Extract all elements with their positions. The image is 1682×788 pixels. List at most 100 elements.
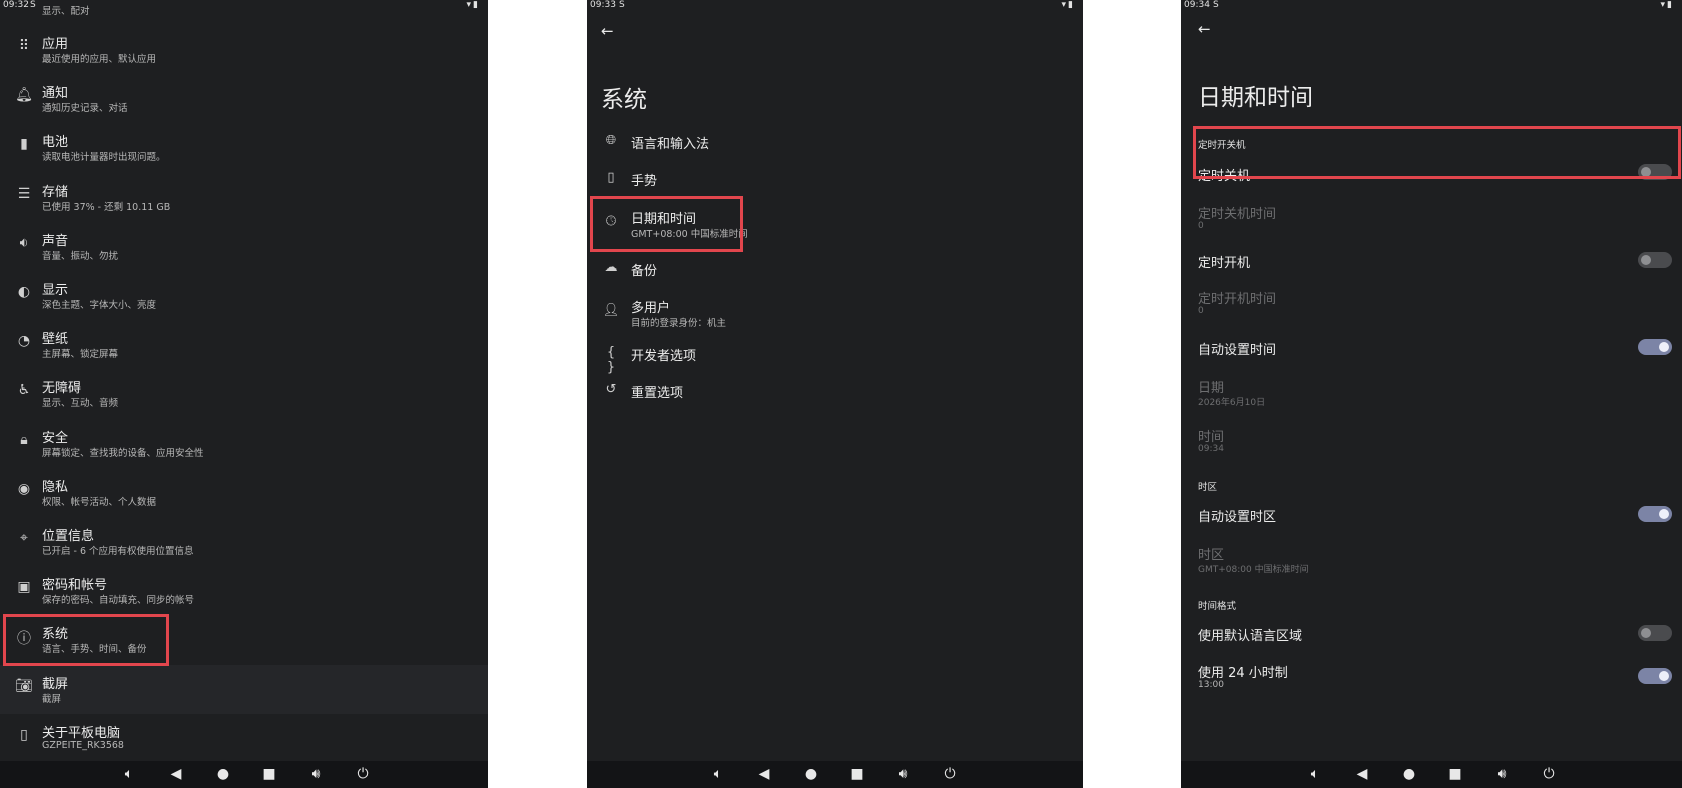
display-brightness-icon: ◐	[17, 284, 31, 300]
volume-down-icon[interactable]: 🔈︎	[708, 765, 728, 783]
use-24h-toggle[interactable]	[1638, 668, 1672, 684]
settings-item-subtitle: 最近使用的应用、默认应用	[42, 54, 157, 65]
home-nav-icon[interactable]: ●	[801, 765, 821, 783]
timezone-row[interactable]: 时区 GMT+08:00 中国标准时间	[1181, 540, 1682, 582]
settings-item[interactable]: ◔ 壁纸 主屏幕、锁定屏幕	[0, 320, 488, 369]
status-time: 09:34	[1184, 0, 1210, 10]
settings-item-title: 通知	[42, 86, 69, 102]
auto-time-row[interactable]: 自动设置时间	[1181, 331, 1682, 363]
system-settings-item[interactable]: 🌐︎ 语言和输入法	[587, 131, 1083, 155]
tablet-icon: ▯	[20, 726, 28, 743]
system-settings-item[interactable]: { } 开发者选项	[587, 343, 1083, 375]
scheduled-boot-toggle[interactable]	[1638, 252, 1672, 268]
date-row[interactable]: 日期 2026年6月10日	[1181, 373, 1682, 415]
auto-timezone-toggle[interactable]	[1638, 506, 1672, 522]
settings-item[interactable]: ▣ 密码和帐号 保存的密码、自动填充、同步的帐号	[0, 566, 488, 615]
status-bar: 09:34 S ▾▮	[1181, 0, 1682, 12]
settings-item-title: 电池	[42, 135, 69, 151]
back-nav-icon[interactable]: ◀	[754, 765, 774, 783]
boot-time-row[interactable]: 定时开机时间 0	[1181, 284, 1682, 324]
nav-bar: 🔈︎ ◀ ● ■ 🔊︎ ⏻	[1181, 761, 1682, 788]
use-24h-row[interactable]: 使用 24 小时制 13:00	[1181, 656, 1682, 696]
use-24h-example: 13:00	[1198, 680, 1224, 690]
power-icon[interactable]: ⏻	[940, 765, 960, 783]
back-arrow-icon[interactable]: ←	[601, 22, 614, 40]
status-time: 09:33	[590, 0, 616, 10]
settings-item-title: 关于平板电脑	[42, 725, 121, 741]
settings-item[interactable]: ◐ 显示 深色主题、字体大小、亮度	[0, 271, 488, 320]
volume-up-icon[interactable]: 🔊︎	[306, 765, 326, 783]
recents-nav-icon[interactable]: ■	[847, 765, 867, 783]
nav-bar: 🔈︎ ◀ ● ■ 🔊︎ ⏻	[0, 761, 488, 788]
recents-nav-icon[interactable]: ■	[259, 765, 279, 783]
cloud-backup-icon: ☁	[604, 260, 618, 275]
use-24h-label: 使用 24 小时制	[1198, 666, 1288, 681]
settings-item-title: 无障碍	[42, 381, 82, 397]
volume-down-icon[interactable]: 🔈︎	[119, 765, 139, 783]
settings-item[interactable]: ▯ 关于平板电脑 GZPEITE_RK3568	[0, 714, 488, 763]
power-icon[interactable]: ⏻	[1539, 765, 1559, 783]
shutdown-time-row[interactable]: 定时关机时间 0	[1181, 195, 1682, 235]
date-value: 2026年6月10日	[1198, 398, 1266, 408]
settings-item-subtitle: 主屏幕、锁定屏幕	[42, 349, 119, 361]
lock-icon: 🔒︎	[20, 431, 28, 448]
scheduled-boot-row[interactable]: 定时开机	[1181, 244, 1682, 276]
shutdown-time-value: 0	[1198, 221, 1204, 231]
settings-item-subtitle: 已开启 - 6 个应用有权使用位置信息	[42, 546, 194, 557]
system-settings-item-title: 开发者选项	[631, 349, 697, 364]
home-nav-icon[interactable]: ●	[1399, 765, 1419, 783]
account-box-icon: ▣	[17, 579, 31, 596]
power-icon[interactable]: ⏻	[353, 765, 373, 783]
settings-item-title: 位置信息	[42, 529, 95, 544]
settings-item-subtitle: 深色主题、字体大小、亮度	[42, 300, 157, 311]
settings-item-title: 截屏	[42, 676, 69, 692]
default-locale-toggle[interactable]	[1638, 625, 1672, 641]
highlight-box	[1193, 126, 1681, 179]
system-settings-item-title: 重置选项	[631, 386, 684, 401]
system-settings-item-title: 备份	[631, 264, 658, 279]
scheduled-boot-label: 定时开机	[1198, 256, 1251, 271]
back-arrow-icon[interactable]: ←	[1198, 20, 1211, 38]
settings-item[interactable]: 🔒︎ 安全 屏幕锁定、查找我的设备、应用安全性	[0, 419, 488, 468]
time-row[interactable]: 时间 09:34	[1181, 422, 1682, 464]
person-icon: 👤︎	[602, 303, 620, 318]
system-settings-item[interactable]: ↺ 重置选项	[587, 380, 1083, 404]
volume-up-icon[interactable]: 🔊︎	[1492, 765, 1512, 783]
settings-item-subtitle: 通知历史记录、对话	[42, 103, 128, 115]
auto-timezone-label: 自动设置时区	[1198, 510, 1277, 525]
back-nav-icon[interactable]: ◀	[1352, 765, 1372, 783]
settings-item[interactable]: ♿︎ 无障碍 显示、互动、音频	[0, 369, 488, 418]
settings-item[interactable]: ☰ 存储 已使用 37% - 还剩 10.11 GB	[0, 173, 488, 222]
system-settings-item[interactable]: 👤︎ 多用户 目前的登录身份：机主	[587, 295, 1083, 331]
section-header-time-format: 时间格式	[1198, 601, 1237, 612]
back-nav-icon[interactable]: ◀	[166, 765, 186, 783]
settings-item[interactable]: 📷︎ 截屏 截屏	[0, 664, 488, 714]
system-settings-panel: 09:33 S ▾▮ ← 系统 🌐︎ 语言和输入法 ▯ 手势 🕓︎ 日期和时间 GMT+08…	[587, 0, 1083, 788]
system-settings-item[interactable]: ☁ 备份	[587, 258, 1083, 282]
timezone-value: GMT+08:00 中国标准时间	[1198, 565, 1309, 575]
status-time: 09:32	[3, 0, 29, 10]
system-settings-item-title: 语言和输入法	[631, 137, 710, 152]
settings-item[interactable]: 🔔︎ 通知 通知历史记录、对话	[0, 74, 488, 123]
settings-item[interactable]: ⌖ 位置信息 已开启 - 6 个应用有权使用位置信息	[0, 517, 488, 566]
volume-down-icon[interactable]: 🔈︎	[1305, 765, 1325, 783]
settings-item[interactable]: ◉ 隐私 权限、帐号活动、个人数据	[0, 468, 488, 517]
section-header-timezone: 时区	[1198, 482, 1218, 493]
settings-item-subtitle: 已使用 37% - 还剩 10.11 GB	[42, 201, 171, 213]
home-nav-icon[interactable]: ●	[213, 765, 233, 783]
nav-bar: 🔈︎ ◀ ● ■ 🔊︎ ⏻	[587, 761, 1083, 788]
default-locale-row[interactable]: 使用默认语言区域	[1181, 617, 1682, 649]
recents-nav-icon[interactable]: ■	[1445, 765, 1465, 783]
default-locale-label: 使用默认语言区域	[1198, 629, 1303, 644]
auto-time-toggle[interactable]	[1638, 339, 1672, 355]
settings-item-title: 安全	[42, 430, 69, 446]
volume-icon: 🔉︎	[19, 234, 29, 251]
settings-item[interactable]: 🔉︎ 声音 音量、振动、勿扰	[0, 222, 488, 271]
auto-timezone-row[interactable]: 自动设置时区	[1181, 498, 1682, 530]
volume-up-icon[interactable]: 🔊︎	[893, 765, 913, 783]
system-settings-item[interactable]: ▯ 手势	[587, 168, 1083, 192]
settings-item-subtitle: 显示、互动、音频	[42, 398, 119, 410]
settings-item[interactable]: ⠿ 应用 最近使用的应用、默认应用	[0, 25, 488, 74]
wifi-battery-icon: ▾▮	[1061, 0, 1075, 10]
settings-item[interactable]: ▮ 电池 读取电池计量器时出现问题。	[0, 123, 488, 172]
